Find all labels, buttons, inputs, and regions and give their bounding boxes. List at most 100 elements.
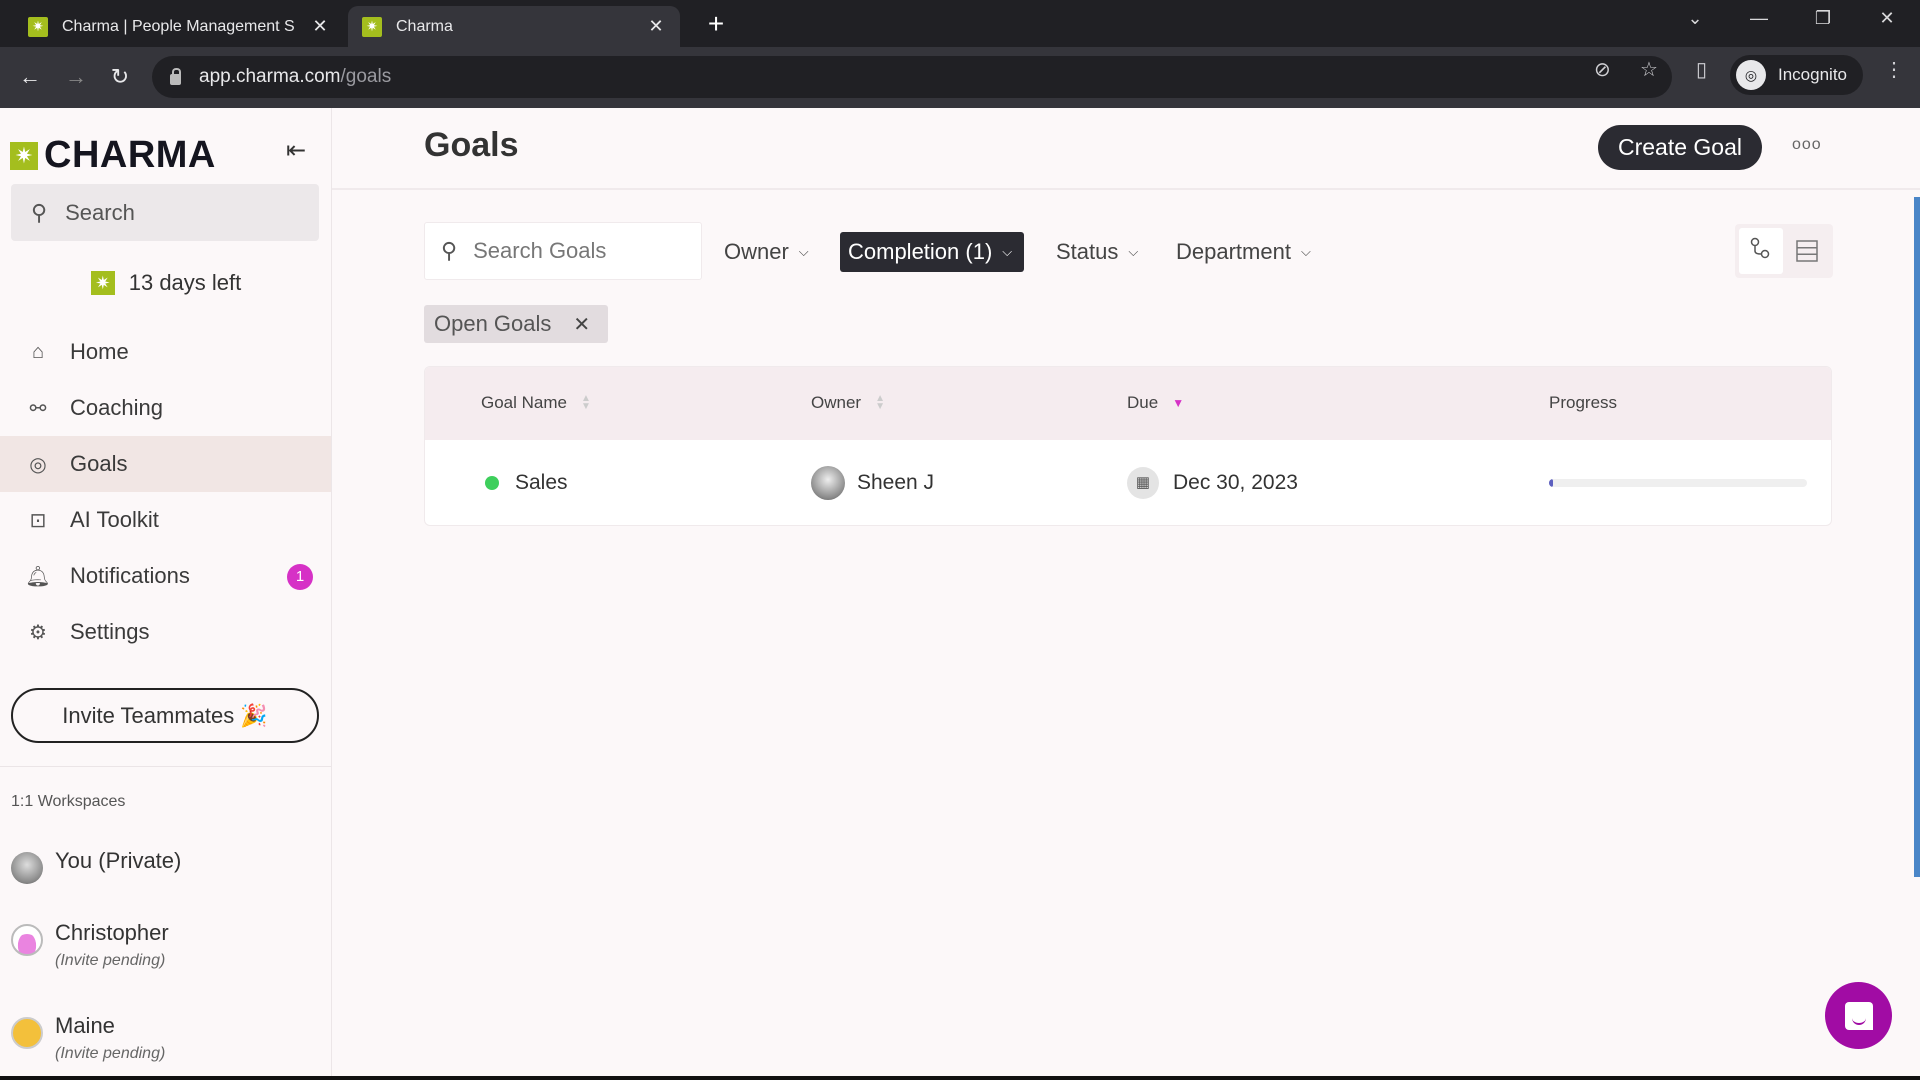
create-goal-button[interactable]: Create Goal [1598, 125, 1762, 170]
tab-title: Charma | People Management S [62, 17, 295, 35]
robot-icon: ⊡ [29, 509, 47, 532]
chip-label: Open Goals [434, 311, 552, 336]
filter-owner[interactable]: Owner ⌵ [724, 232, 809, 272]
sidebar-item-notifications[interactable]: 🔔︎ Notifications 1 [0, 548, 331, 604]
workspace-name: You (Private) [55, 848, 182, 873]
workspace-item[interactable]: You (Private) [11, 848, 181, 884]
sort-icon: ▲ ▼ [580, 393, 591, 412]
coaching-icon: ⚯ [29, 397, 47, 420]
browser-menu-icon[interactable]: ⋮ [1884, 57, 1904, 82]
filter-label: Owner [724, 239, 789, 264]
charma-favicon-icon: ✷ [362, 16, 382, 37]
filter-label: Department [1176, 239, 1291, 264]
column-label: Progress [1549, 393, 1618, 412]
search-icon: ⚲ [441, 238, 458, 263]
browser-tab-active[interactable]: ✷ Charma ✕ [348, 6, 680, 47]
filter-completion[interactable]: Completion (1) ⌵ [840, 232, 1025, 272]
sidebar-item-label: Notifications [70, 563, 190, 588]
filter-status[interactable]: Status ⌵ [1056, 232, 1138, 272]
chat-launcher-button[interactable] [1825, 982, 1892, 1049]
status-dot [485, 476, 499, 490]
chat-icon [1844, 1001, 1873, 1030]
goal-name: Sales [515, 471, 568, 494]
trial-indicator[interactable]: ✷ 13 days left [0, 270, 332, 296]
column-header-goal-name[interactable]: Goal Name ▲ ▼ [481, 393, 591, 413]
back-icon[interactable]: ← [14, 61, 46, 93]
tab-list-icon[interactable]: ⌄ [1680, 8, 1710, 29]
sidebar-item-goals[interactable]: ◎ Goals [0, 436, 331, 492]
incognito-label: Incognito [1778, 65, 1847, 84]
sidebar-item-coaching[interactable]: ⚯ Coaching [0, 380, 331, 436]
bookmark-star-icon[interactable]: ☆ [1640, 57, 1658, 82]
reload-icon[interactable]: ↻ [104, 61, 136, 93]
sidebar-search[interactable]: ⚲ Search [11, 184, 319, 241]
column-label: Due [1127, 393, 1159, 412]
workspace-name: Maine [55, 1013, 115, 1038]
url-host: app.charma.com [199, 66, 341, 87]
chevron-down-icon: ⌵ [1002, 244, 1013, 259]
side-panel-icon[interactable]: ▯ [1696, 57, 1707, 82]
main-content: Goals Create Goal ooo ⚲ Owner ⌵ Completi… [332, 108, 1920, 1080]
progress-cell [1549, 440, 1807, 525]
tab-close-icon[interactable]: ✕ [646, 16, 666, 37]
page-title: Goals [424, 126, 519, 164]
sidebar-item-ai-toolkit[interactable]: ⊡ AI Toolkit [0, 492, 331, 548]
filter-chip-open-goals: Open Goals ✕ [424, 305, 609, 343]
more-options-icon[interactable]: ooo [1792, 136, 1822, 154]
view-toggle [1735, 224, 1833, 278]
goal-search-input[interactable] [473, 238, 674, 264]
trial-mark-icon: ✷ [90, 271, 115, 295]
url-path: /goals [340, 66, 392, 87]
incognito-profile[interactable]: ◎ Incognito [1730, 55, 1863, 95]
calendar-icon: ▦ [1127, 467, 1159, 499]
lock-icon [170, 67, 181, 85]
tab-close-icon[interactable]: ✕ [310, 16, 330, 37]
invite-teammates-button[interactable]: Invite Teammates 🎉 [11, 688, 319, 743]
chevron-down-icon: ⌵ [1128, 244, 1139, 259]
page-scrollbar[interactable] [1914, 197, 1920, 877]
tab-title: Charma [396, 17, 453, 35]
filter-label: Status [1056, 239, 1119, 264]
address-bar[interactable]: app.charma.com/goals [152, 56, 1672, 98]
workspace-name: Christopher [55, 920, 169, 945]
sidebar-item-home[interactable]: ⌂ Home [0, 324, 331, 380]
list-view-button[interactable] [1785, 228, 1829, 274]
collapse-sidebar-icon[interactable]: ⇤ [286, 136, 306, 165]
target-icon: ◎ [29, 453, 47, 476]
column-header-owner[interactable]: Owner ▲ ▼ [811, 393, 885, 413]
due-cell[interactable]: ▦ Dec 30, 2023 [1127, 440, 1298, 525]
sidebar-divider [0, 766, 331, 767]
close-icon[interactable]: ✕ [573, 312, 590, 337]
sort-descending-icon: ▼ [1172, 396, 1185, 410]
sidebar-item-label: Settings [70, 619, 150, 644]
filter-department[interactable]: Department ⌵ [1176, 232, 1311, 272]
home-icon: ⌂ [31, 340, 45, 363]
sidebar-item-settings[interactable]: ⚙ Settings [0, 604, 331, 660]
workspaces-title: 1:1 Workspaces [11, 793, 126, 810]
workspace-item[interactable]: Christopher (Invite pending) [11, 920, 169, 970]
window-close-icon[interactable]: ✕ [1872, 8, 1902, 29]
restore-icon[interactable]: ❐ [1808, 8, 1838, 29]
browser-tab[interactable]: ✷ Charma | People Management S ✕ [14, 6, 344, 47]
incognito-icon: ◎ [1736, 60, 1766, 90]
avatar [11, 924, 43, 956]
workspace-status: (Invite pending) [55, 1045, 166, 1062]
forward-icon[interactable]: → [60, 61, 92, 93]
browser-tab-bar: ✷ Charma | People Management S ✕ ✷ Charm… [0, 0, 1920, 47]
column-header-due[interactable]: Due ▼ [1127, 393, 1184, 413]
sidebar-item-label: Home [70, 339, 129, 364]
charma-logo[interactable]: ✷ CHARMA [10, 134, 216, 177]
workspace-item[interactable]: Maine (Invite pending) [11, 1013, 165, 1063]
column-label: Owner [811, 393, 862, 412]
header-divider [332, 188, 1920, 190]
minimize-icon[interactable]: — [1744, 8, 1774, 29]
eye-off-icon[interactable]: ⊘ [1594, 57, 1611, 82]
sidebar: ✷ CHARMA ⇤ ⚲ Search ✷ 13 days left ⌂ Hom… [0, 108, 332, 1080]
tree-view-button[interactable] [1739, 228, 1783, 274]
goal-name-cell[interactable]: Sales [485, 440, 568, 525]
browser-toolbar: ← → ↻ app.charma.com/goals ⊘ ☆ ▯ ◎ Incog… [0, 47, 1920, 108]
table-row[interactable]: Sales Sheen J ▦ Dec 30, 2023 [425, 440, 1831, 525]
sort-icon: ▲ ▼ [875, 393, 885, 412]
filter-label: Completion (1) [848, 239, 993, 264]
new-tab-button[interactable]: + [700, 8, 732, 40]
